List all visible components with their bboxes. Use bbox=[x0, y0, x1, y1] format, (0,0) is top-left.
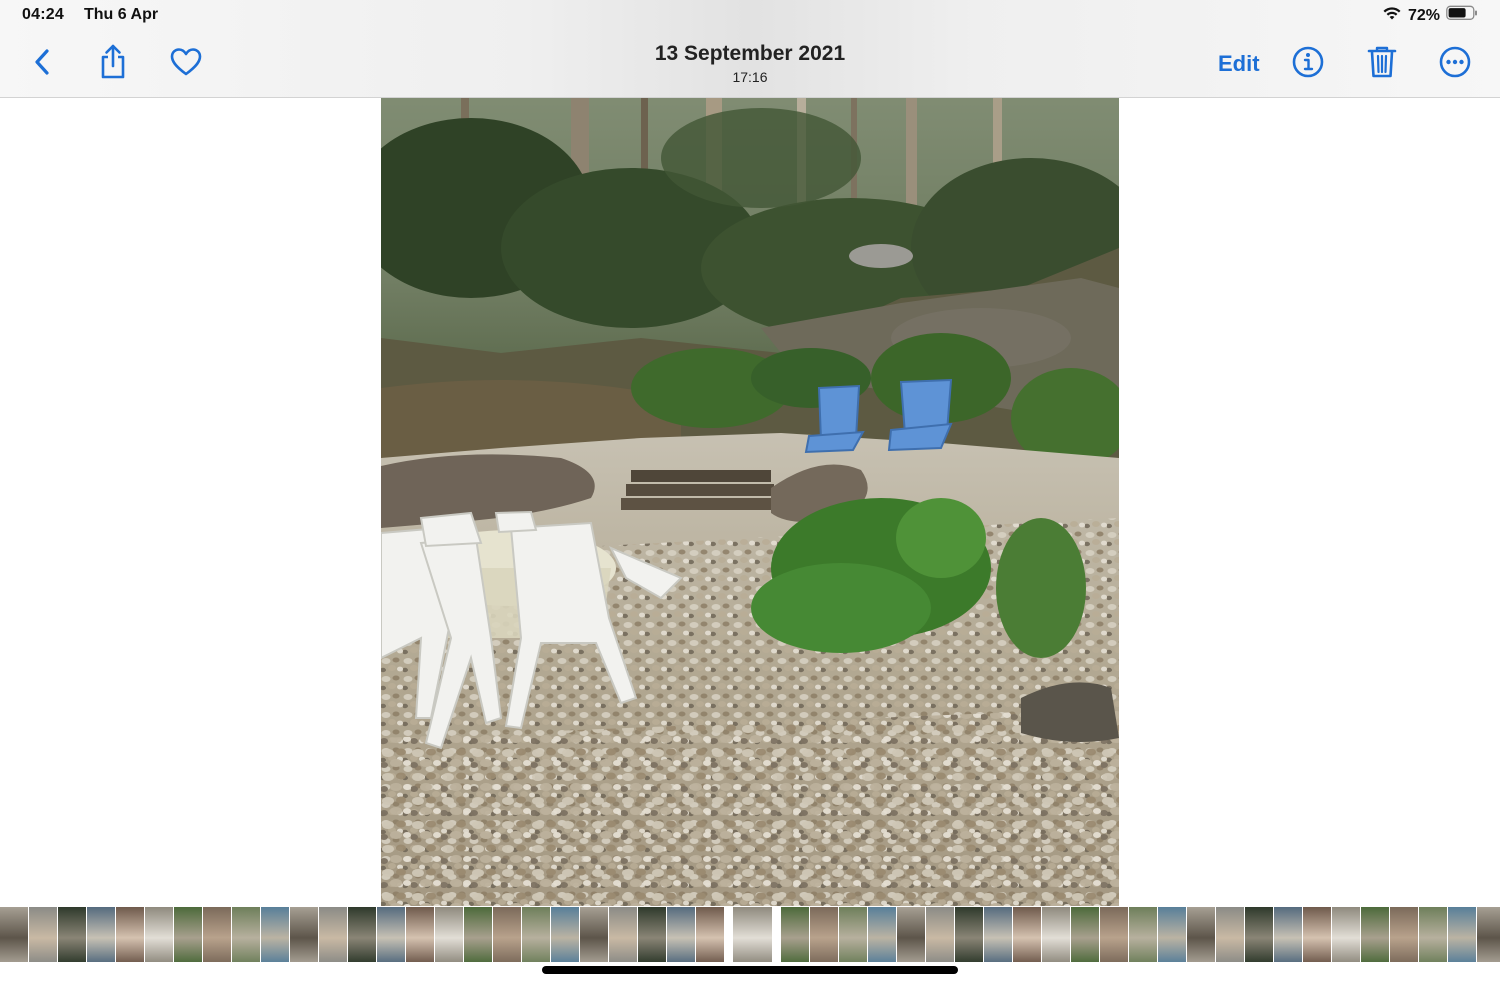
thumbnail[interactable] bbox=[174, 907, 203, 963]
thumbnail[interactable] bbox=[1448, 907, 1477, 963]
thumbnail[interactable] bbox=[1477, 907, 1500, 963]
thumbnail[interactable] bbox=[377, 907, 406, 963]
edit-button[interactable]: Edit bbox=[1218, 51, 1260, 77]
battery-icon bbox=[1446, 5, 1478, 26]
thumbnail[interactable] bbox=[926, 907, 955, 963]
thumbnail[interactable] bbox=[1274, 907, 1303, 963]
thumbnail[interactable] bbox=[1390, 907, 1419, 963]
back-chevron-icon bbox=[32, 47, 52, 82]
thumbnail[interactable] bbox=[522, 907, 551, 963]
thumbnail[interactable] bbox=[955, 907, 984, 963]
home-indicator[interactable] bbox=[542, 966, 958, 974]
thumbnail[interactable] bbox=[609, 907, 638, 963]
thumbnail[interactable] bbox=[58, 907, 87, 963]
delete-button[interactable] bbox=[1362, 44, 1402, 84]
trash-icon bbox=[1367, 45, 1397, 84]
thumbnail[interactable] bbox=[1187, 907, 1216, 963]
thumbnail[interactable] bbox=[1013, 907, 1042, 963]
share-button[interactable] bbox=[93, 44, 133, 84]
thumbnail[interactable] bbox=[897, 907, 926, 963]
photo-date: 13 September 2021 bbox=[654, 42, 846, 65]
thumbnail[interactable] bbox=[29, 907, 58, 963]
thumbnail[interactable] bbox=[839, 907, 868, 963]
status-bar: 04:24 Thu 6 Apr 72% bbox=[0, 0, 1500, 30]
thumbnail[interactable] bbox=[1100, 907, 1129, 963]
share-icon bbox=[98, 44, 128, 85]
thumbnail[interactable] bbox=[1216, 907, 1245, 963]
info-icon bbox=[1291, 45, 1325, 84]
thumbnail[interactable] bbox=[1158, 907, 1187, 963]
main-photo[interactable] bbox=[381, 98, 1119, 906]
thumbnail[interactable] bbox=[464, 907, 493, 963]
thumbnail[interactable] bbox=[551, 907, 580, 963]
status-right: 72% bbox=[1382, 5, 1478, 26]
thumbnail[interactable] bbox=[87, 907, 116, 963]
wifi-icon bbox=[1382, 5, 1402, 26]
thumbnail[interactable] bbox=[145, 907, 174, 963]
status-date: Thu 6 Apr bbox=[84, 6, 159, 23]
filmstrip-thumbnails[interactable] bbox=[0, 907, 1500, 963]
battery-percent: 72% bbox=[1407, 6, 1440, 24]
thumbnail[interactable] bbox=[1129, 907, 1158, 963]
thumbnail[interactable] bbox=[1042, 907, 1071, 963]
thumbnail[interactable] bbox=[232, 907, 261, 963]
thumbnail[interactable] bbox=[435, 907, 464, 963]
thumbnail[interactable] bbox=[493, 907, 522, 963]
thumbnail[interactable] bbox=[868, 907, 897, 963]
thumbnail[interactable] bbox=[1419, 907, 1448, 963]
thumbnail[interactable] bbox=[261, 907, 290, 963]
thumbnail[interactable] bbox=[781, 907, 810, 963]
more-icon bbox=[1438, 45, 1472, 84]
thumbnail[interactable] bbox=[667, 907, 696, 963]
thumbnail[interactable] bbox=[580, 907, 609, 963]
thumbnail[interactable] bbox=[290, 907, 319, 963]
thumbnail-selected[interactable] bbox=[733, 907, 773, 963]
status-time: 04:24 bbox=[22, 6, 64, 23]
thumbnail[interactable] bbox=[348, 907, 377, 963]
thumbnail[interactable] bbox=[319, 907, 348, 963]
more-button[interactable] bbox=[1435, 44, 1475, 84]
thumbnail[interactable] bbox=[203, 907, 232, 963]
photo-time: 17:16 bbox=[732, 69, 768, 85]
thumbnail[interactable] bbox=[810, 907, 839, 963]
thumbnail[interactable] bbox=[406, 907, 435, 963]
thumbnail[interactable] bbox=[1332, 907, 1361, 963]
thumbnail[interactable] bbox=[1071, 907, 1100, 963]
back-button[interactable] bbox=[22, 44, 62, 84]
heart-icon bbox=[169, 47, 203, 82]
info-button[interactable] bbox=[1288, 44, 1328, 84]
thumbnail[interactable] bbox=[984, 907, 1013, 963]
thumbnail[interactable] bbox=[696, 907, 725, 963]
filmstrip[interactable] bbox=[0, 906, 1500, 964]
thumbnail[interactable] bbox=[0, 907, 29, 963]
thumbnail[interactable] bbox=[1361, 907, 1390, 963]
thumbnail[interactable] bbox=[1245, 907, 1274, 963]
thumbnail[interactable] bbox=[116, 907, 145, 963]
photo-title: 13 September 2021 17:16 bbox=[550, 42, 950, 85]
thumbnail[interactable] bbox=[1303, 907, 1332, 963]
favorite-button[interactable] bbox=[166, 44, 206, 84]
thumbnail[interactable] bbox=[638, 907, 667, 963]
